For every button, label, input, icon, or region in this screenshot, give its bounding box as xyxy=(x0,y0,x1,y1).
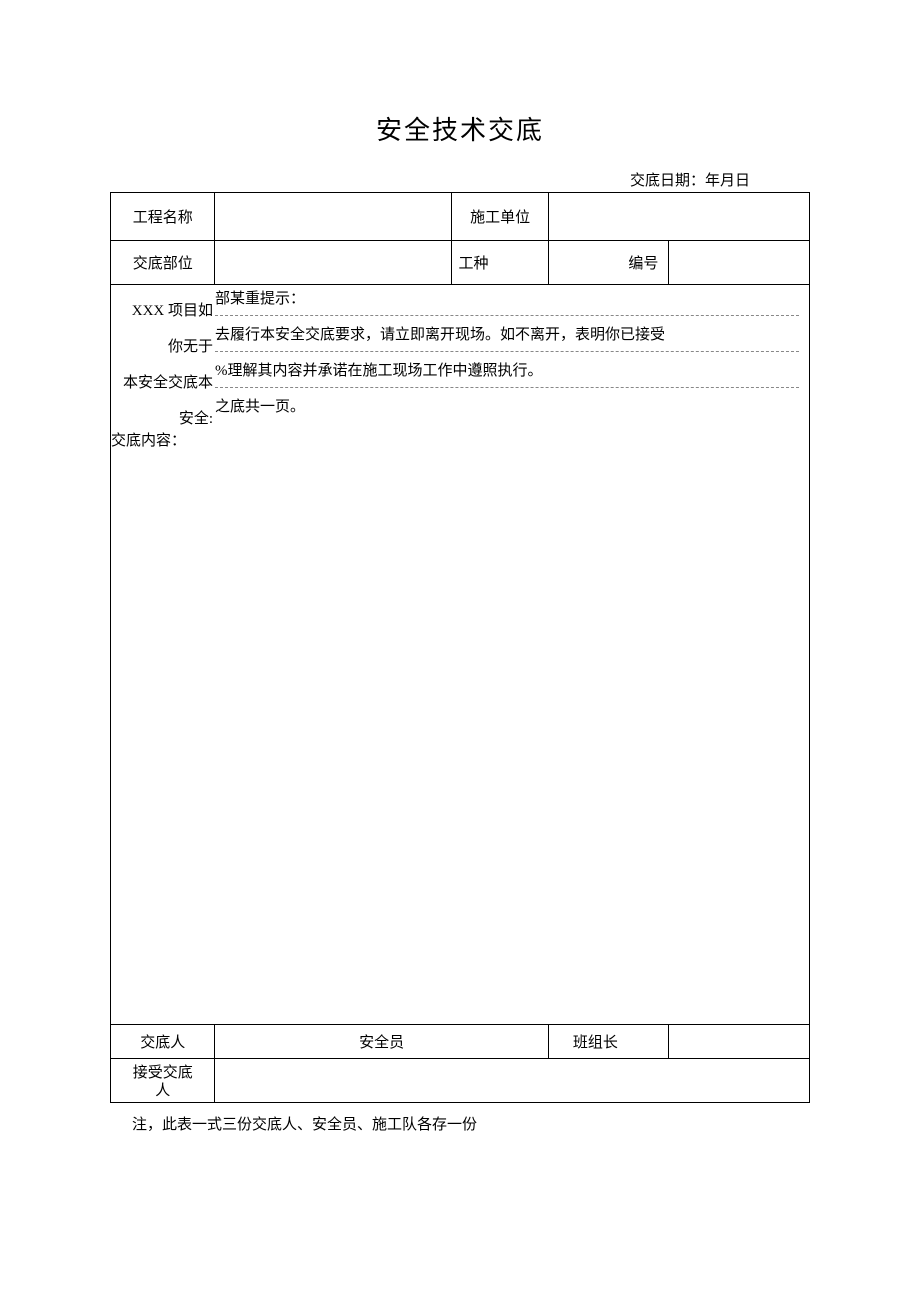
body-inner: XXX 项目如 部某重提示： 你无于 去履行本安全交底要求，请立即离开现场。如不… xyxy=(111,285,809,1024)
label-serial-number: 编号 xyxy=(548,241,669,285)
row-project: 工程名称 施工单位 xyxy=(111,193,810,241)
body-right-4: 之底共一页。 xyxy=(215,393,799,423)
label-disclosure-section: 交底部位 xyxy=(111,241,215,285)
label-safety-officer: 安全员 xyxy=(215,1025,548,1059)
label-work-type: 工种 xyxy=(452,241,548,285)
body-right-3: %理解其内容并承诺在施工现场工作中遵照执行。 xyxy=(215,357,799,388)
body-right-2: 去履行本安全交底要求，请立即离开现场。如不离开，表明你已接受 xyxy=(215,321,799,352)
row-footer-1: 交底人 安全员 班组长 xyxy=(111,1025,810,1059)
page-title: 安全技术交底 xyxy=(110,110,810,147)
body-right-1: 部某重提示： xyxy=(215,285,799,316)
footnote: 注，此表一式三份交底人、安全员、施工队各存一份 xyxy=(132,1113,810,1134)
body-left-2: 你无于 xyxy=(111,333,215,361)
label-recipient-line2: 人 xyxy=(155,1083,170,1099)
row-body: XXX 项目如 部某重提示： 你无于 去履行本安全交底要求，请立即离开现场。如不… xyxy=(111,285,810,1025)
label-recipient: 接受交底 人 xyxy=(111,1059,215,1103)
label-project-name: 工程名称 xyxy=(111,193,215,241)
label-construction-unit: 施工单位 xyxy=(452,193,548,241)
label-team-leader: 班组长 xyxy=(548,1025,669,1059)
body-left-3: 本安全交底本 xyxy=(111,369,215,397)
body-left-1: XXX 项目如 xyxy=(111,297,215,325)
value-recipient xyxy=(215,1059,810,1103)
value-disclosure-section xyxy=(215,241,452,285)
label-recipient-line1: 接受交底 xyxy=(133,1065,193,1081)
body-cell: XXX 项目如 部某重提示： 你无于 去履行本安全交底要求，请立即离开现场。如不… xyxy=(111,285,810,1025)
date-line: 交底日期：年月日 xyxy=(110,169,810,190)
value-construction-unit xyxy=(548,193,809,241)
label-discloser: 交底人 xyxy=(111,1025,215,1059)
content-label: 交底内容： xyxy=(111,429,186,450)
value-serial-number xyxy=(669,241,810,285)
row-section: 交底部位 工种 编号 xyxy=(111,241,810,285)
value-project-name xyxy=(215,193,452,241)
main-table: 工程名称 施工单位 交底部位 工种 编号 XXX 项目如 部某重提示： 你无于 … xyxy=(110,192,810,1103)
value-team-leader xyxy=(669,1025,810,1059)
row-footer-2: 接受交底 人 xyxy=(111,1059,810,1103)
